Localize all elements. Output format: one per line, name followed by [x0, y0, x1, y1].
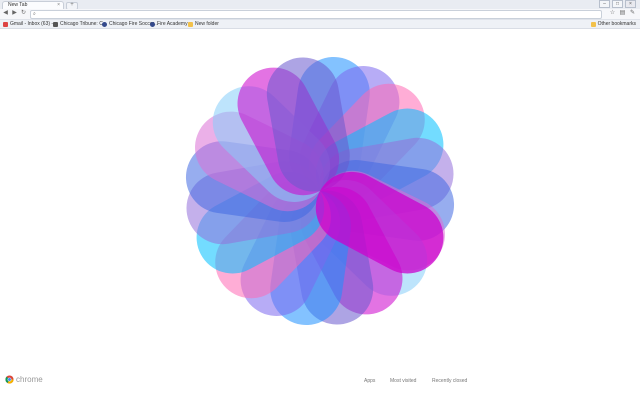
- close-window-icon[interactable]: ×: [625, 0, 636, 8]
- gmail-icon: [3, 21, 8, 27]
- chrome-logo-icon: [5, 375, 14, 384]
- window-controls: – □ ×: [599, 0, 636, 8]
- bookmark-label: Fire Academy: [157, 21, 188, 27]
- bookmark-tribune[interactable]: Chicago Tribune: C...: [53, 20, 107, 28]
- minimize-icon[interactable]: –: [599, 0, 610, 8]
- chrome-wordmark: chrome: [16, 375, 43, 384]
- folder-icon: [590, 21, 596, 27]
- footer-link-recently-closed[interactable]: Recently closed: [432, 378, 467, 384]
- forward-icon[interactable]: ▶: [11, 10, 18, 17]
- page-icon[interactable]: ▤: [619, 10, 626, 17]
- footer-link-most-visited[interactable]: Most visited: [390, 378, 416, 384]
- bookmark-label: New folder: [195, 21, 219, 27]
- footer-link-apps[interactable]: Apps: [364, 378, 375, 384]
- folder-icon: [188, 21, 193, 27]
- bookmark-label: Chicago Tribune: C...: [60, 21, 107, 27]
- fire-icon: [150, 21, 155, 27]
- petals-group: [185, 56, 455, 326]
- back-icon[interactable]: ◀: [2, 10, 9, 17]
- footer: chrome Apps Most visited Recently closed: [0, 372, 640, 400]
- fire-icon: [102, 21, 107, 27]
- wrench-icon[interactable]: ✎: [629, 10, 636, 17]
- star-icon[interactable]: ☆: [609, 10, 616, 17]
- other-bookmarks[interactable]: Other bookmarks: [590, 20, 636, 28]
- reload-icon[interactable]: ↻: [20, 10, 27, 17]
- title-bar: New Tab × + – □ ×: [0, 0, 640, 10]
- bookmark-fire-academy[interactable]: Fire Academy: [150, 20, 188, 28]
- toolbar: ◀ ▶ ↻ ⌕ ☆ ▤ ✎: [0, 9, 640, 20]
- bookmark-new-folder[interactable]: New folder: [188, 20, 219, 28]
- chrome-logo: chrome: [5, 375, 43, 384]
- tribune-icon: [53, 21, 58, 27]
- tab-close-icon[interactable]: ×: [57, 2, 60, 9]
- other-bookmarks-label: Other bookmarks: [597, 21, 636, 27]
- tab-title: New Tab: [8, 2, 28, 8]
- search-icon: ⌕: [33, 11, 36, 17]
- tab-new-tab[interactable]: New Tab ×: [2, 1, 64, 9]
- maximize-icon[interactable]: □: [612, 0, 623, 8]
- toolbar-right: ☆ ▤ ✎: [609, 10, 636, 17]
- omnibox[interactable]: ⌕: [30, 10, 602, 19]
- bookmark-label: Gmail - Inbox (63) -...: [10, 21, 58, 27]
- flower-artwork: [185, 56, 455, 326]
- bookmark-gmail[interactable]: Gmail - Inbox (63) -...: [3, 20, 57, 28]
